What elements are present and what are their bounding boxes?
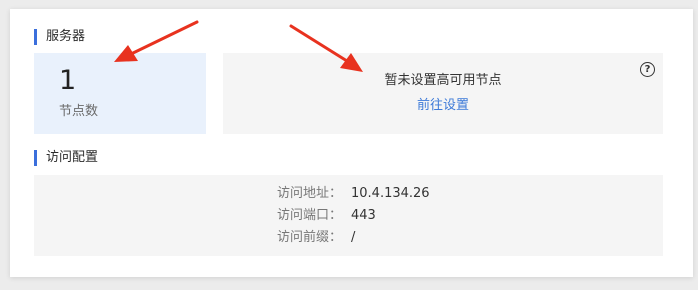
ha-empty-message: 暂未设置高可用节点 — [384, 73, 502, 88]
access-row-port: 访问端口： 443 — [34, 207, 663, 225]
access-row-prefix: 访问前缀： / — [34, 229, 663, 247]
node-count-value: 1 — [59, 65, 77, 96]
access-address-label: 访问地址： — [276, 186, 342, 201]
ha-setup-link[interactable]: 前往设置 — [223, 98, 663, 114]
access-config-panel: 访问地址： 10.4.134.26 访问端口： 443 访问前缀： / — [34, 175, 663, 256]
access-port-label: 访问端口： — [276, 208, 342, 223]
access-prefix-value: / — [351, 230, 356, 245]
server-section-title: 服务器 — [34, 29, 85, 45]
access-row-address: 访问地址： 10.4.134.26 — [34, 185, 663, 203]
help-icon[interactable]: ? — [640, 62, 655, 77]
server-card: 服务器 1 节点数 暂未设置高可用节点 前往设置 ? 访问配置 访问地址： 10… — [10, 9, 693, 277]
access-section-title: 访问配置 — [34, 150, 98, 166]
node-count-label: 节点数 — [59, 104, 99, 119]
node-count-box: 1 节点数 — [34, 53, 206, 134]
access-address-value: 10.4.134.26 — [351, 186, 430, 201]
ha-node-panel: 暂未设置高可用节点 前往设置 ? — [223, 53, 663, 134]
access-port-value: 443 — [351, 208, 376, 223]
access-prefix-label: 访问前缀： — [276, 230, 342, 245]
